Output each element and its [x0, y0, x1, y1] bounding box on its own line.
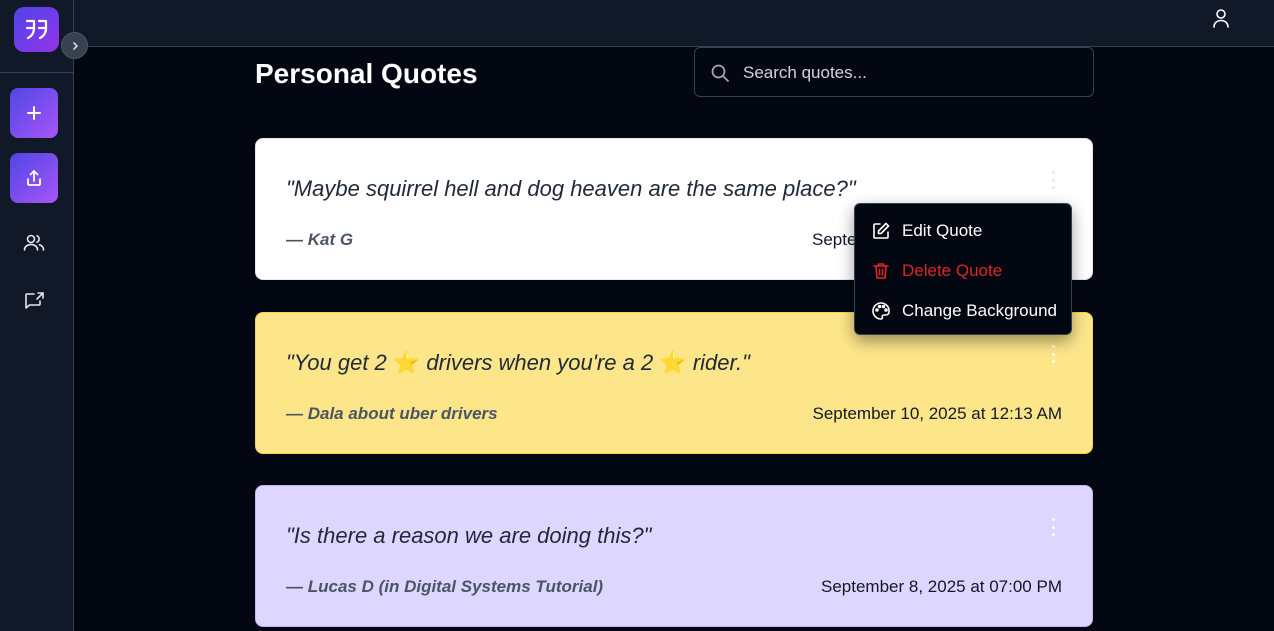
- star-emoji: ⭐: [392, 350, 421, 375]
- change-background-menu-item[interactable]: Change Background: [871, 298, 1057, 324]
- delete-quote-label: Delete Quote: [902, 261, 1003, 280]
- quote-icon: [25, 19, 47, 39]
- user-icon[interactable]: [1210, 7, 1232, 29]
- friends-button[interactable]: [10, 223, 58, 263]
- upload-icon: [27, 170, 41, 186]
- search-input[interactable]: [743, 56, 1073, 90]
- quote-text: "Is there a reason we are doing this?": [286, 523, 652, 548]
- quote-text: "You get 2 ⭐ drivers when you're a 2 ⭐ r…: [286, 349, 750, 377]
- search-icon: [711, 64, 729, 82]
- page-title: Personal Quotes: [255, 58, 478, 89]
- trash-icon: [873, 263, 889, 279]
- message-share-icon: [25, 292, 44, 309]
- edit-quote-menu-item[interactable]: Edit Quote: [871, 218, 982, 244]
- delete-quote-menu-item[interactable]: Delete Quote: [871, 258, 1002, 284]
- quote-text-part: "You get 2: [286, 350, 393, 375]
- top-bar: [74, 0, 1274, 47]
- users-icon: [23, 234, 45, 251]
- quote-author: — Kat G: [286, 230, 354, 249]
- quote-date: Septe: [812, 230, 857, 249]
- quote-text: "Maybe squirrel hell and dog heaven are …: [286, 176, 856, 201]
- add-quote-button[interactable]: [10, 88, 58, 138]
- edit-quote-label: Edit Quote: [902, 221, 983, 240]
- plus-icon: [27, 106, 41, 120]
- quote-text-part: drivers when you're a 2: [420, 350, 660, 375]
- more-options-button[interactable]: [1050, 518, 1056, 536]
- quote-date: September 8, 2025 at 07:00 PM: [821, 577, 1062, 596]
- edit-icon: [873, 222, 890, 239]
- change-background-label: Change Background: [902, 301, 1058, 320]
- app-logo[interactable]: [14, 7, 59, 52]
- share-button[interactable]: [10, 153, 58, 203]
- sidebar-collapse-button[interactable]: [61, 32, 88, 59]
- quote-author: — Lucas D (in Digital Systems Tutorial): [286, 577, 604, 596]
- quote-options-menu: Edit Quote Delete Quote Change Backgroun…: [854, 203, 1072, 335]
- more-options-button[interactable]: [1050, 345, 1056, 363]
- star-emoji: ⭐: [659, 350, 687, 375]
- sidebar-divider: [0, 72, 74, 73]
- shared-quotes-button[interactable]: [10, 282, 58, 322]
- quote-card: "Is there a reason we are doing this?" —…: [255, 485, 1093, 627]
- more-options-button[interactable]: [1050, 171, 1056, 189]
- sidebar: [0, 0, 74, 631]
- quote-author: — Dala about uber drivers: [286, 404, 498, 423]
- palette-icon: [872, 302, 890, 320]
- quote-text-part: rider.": [686, 350, 750, 375]
- chevron-right-icon: [72, 41, 78, 50]
- quote-date: September 10, 2025 at 12:13 AM: [812, 404, 1062, 423]
- search-box: [694, 47, 1094, 97]
